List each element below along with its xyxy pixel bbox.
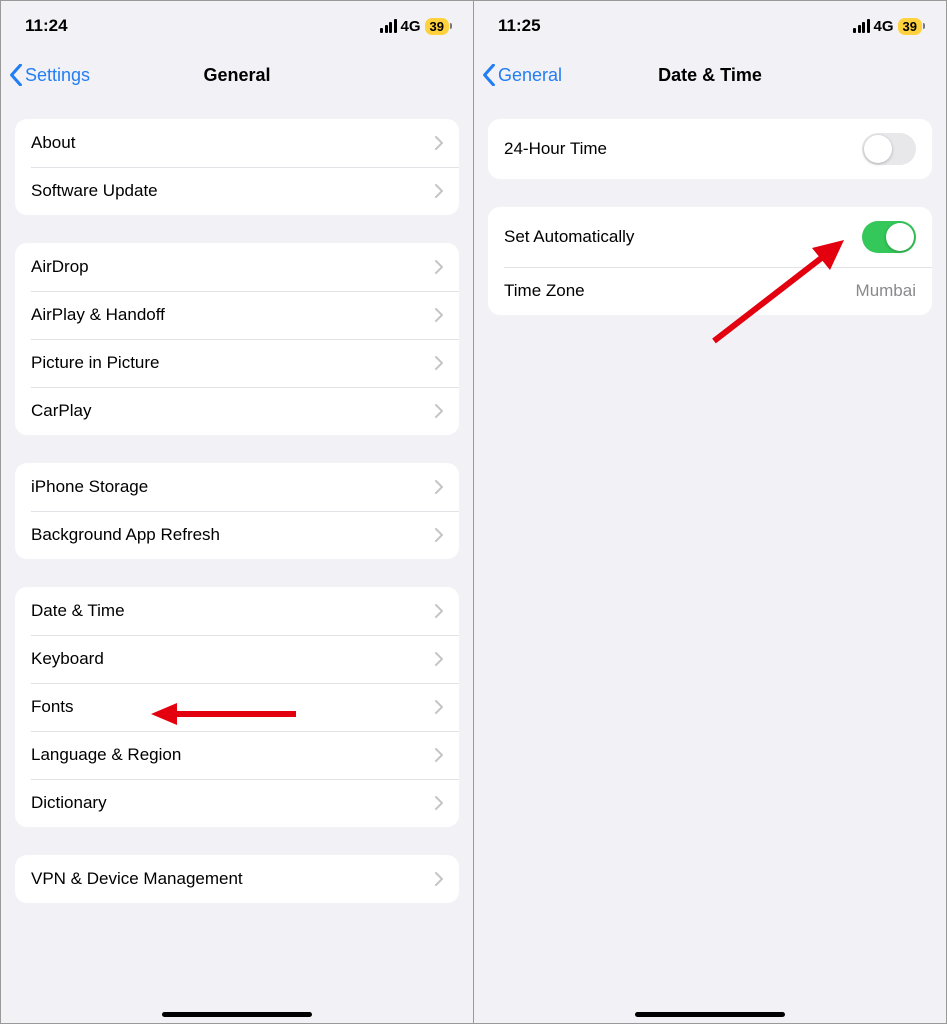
row-label: Dictionary xyxy=(31,793,107,813)
group-3: Date & Time Keyboard Fonts Language & Re… xyxy=(15,587,459,827)
back-label: Settings xyxy=(25,65,90,86)
row-fonts[interactable]: Fonts xyxy=(15,683,459,731)
chevron-right-icon xyxy=(435,356,443,370)
row-label: Background App Refresh xyxy=(31,525,220,545)
row-label: AirDrop xyxy=(31,257,89,277)
row-carplay[interactable]: CarPlay xyxy=(15,387,459,435)
toggle-set-auto[interactable] xyxy=(862,221,916,253)
group-1: AirDrop AirPlay & Handoff Picture in Pic… xyxy=(15,243,459,435)
row-label: Language & Region xyxy=(31,745,181,765)
row-label: Set Automatically xyxy=(504,227,634,247)
row-keyboard[interactable]: Keyboard xyxy=(15,635,459,683)
chevron-right-icon xyxy=(435,652,443,666)
status-time: 11:24 xyxy=(25,16,68,36)
row-24hour: 24-Hour Time xyxy=(488,119,932,179)
row-bg-refresh[interactable]: Background App Refresh xyxy=(15,511,459,559)
row-label: CarPlay xyxy=(31,401,91,421)
signal-icon xyxy=(380,19,397,33)
back-label: General xyxy=(498,65,562,86)
phone-right: 11:25 4G 39 General Date & Time 24-Hour … xyxy=(474,1,946,1023)
chevron-right-icon xyxy=(435,796,443,810)
nav-header: General Date & Time xyxy=(474,51,946,99)
datetime-content: 24-Hour Time Set Automatically Time Zone… xyxy=(474,99,946,1023)
chevron-right-icon xyxy=(435,404,443,418)
group-0: About Software Update xyxy=(15,119,459,215)
chevron-right-icon xyxy=(435,528,443,542)
row-about[interactable]: About xyxy=(15,119,459,167)
row-label: Time Zone xyxy=(504,281,585,301)
battery-icon: 39 xyxy=(425,18,449,35)
chevron-right-icon xyxy=(435,604,443,618)
group-2: iPhone Storage Background App Refresh xyxy=(15,463,459,559)
row-software-update[interactable]: Software Update xyxy=(15,167,459,215)
chevron-right-icon xyxy=(435,748,443,762)
chevron-right-icon xyxy=(435,260,443,274)
settings-content[interactable]: About Software Update AirDrop AirPlay & … xyxy=(1,99,473,1023)
chevron-right-icon xyxy=(435,480,443,494)
status-bar: 11:24 4G 39 xyxy=(1,1,473,51)
chevron-left-icon xyxy=(482,64,496,86)
row-value: Mumbai xyxy=(856,281,916,301)
row-label: Picture in Picture xyxy=(31,353,160,373)
home-indicator[interactable] xyxy=(162,1012,312,1017)
row-label: iPhone Storage xyxy=(31,477,148,497)
status-bar: 11:25 4G 39 xyxy=(474,1,946,51)
chevron-right-icon xyxy=(435,308,443,322)
signal-icon xyxy=(853,19,870,33)
row-label: Date & Time xyxy=(31,601,125,621)
row-date-time[interactable]: Date & Time xyxy=(15,587,459,635)
row-vpn[interactable]: VPN & Device Management xyxy=(15,855,459,903)
row-pip[interactable]: Picture in Picture xyxy=(15,339,459,387)
row-label: About xyxy=(31,133,75,153)
battery-icon: 39 xyxy=(898,18,922,35)
row-airdrop[interactable]: AirDrop xyxy=(15,243,459,291)
row-storage[interactable]: iPhone Storage xyxy=(15,463,459,511)
toggle-knob xyxy=(864,135,892,163)
row-label: AirPlay & Handoff xyxy=(31,305,165,325)
row-label: VPN & Device Management xyxy=(31,869,243,889)
row-label: 24-Hour Time xyxy=(504,139,607,159)
chevron-right-icon xyxy=(435,700,443,714)
row-label: Software Update xyxy=(31,181,158,201)
toggle-24hour[interactable] xyxy=(862,133,916,165)
row-label: Fonts xyxy=(31,697,74,717)
row-lang-region[interactable]: Language & Region xyxy=(15,731,459,779)
group-auto: Set Automatically Time Zone Mumbai xyxy=(488,207,932,315)
nav-header: Settings General xyxy=(1,51,473,99)
row-label: Keyboard xyxy=(31,649,104,669)
chevron-left-icon xyxy=(9,64,23,86)
status-time: 11:25 xyxy=(498,16,541,36)
network-label: 4G xyxy=(401,18,421,35)
home-indicator[interactable] xyxy=(635,1012,785,1017)
group-4: VPN & Device Management xyxy=(15,855,459,903)
status-right: 4G 39 xyxy=(853,18,922,35)
row-airplay[interactable]: AirPlay & Handoff xyxy=(15,291,459,339)
row-dictionary[interactable]: Dictionary xyxy=(15,779,459,827)
chevron-right-icon xyxy=(435,184,443,198)
status-right: 4G 39 xyxy=(380,18,449,35)
network-label: 4G xyxy=(874,18,894,35)
row-timezone[interactable]: Time Zone Mumbai xyxy=(488,267,932,315)
toggle-knob xyxy=(886,223,914,251)
back-button[interactable]: General xyxy=(482,64,562,86)
phone-left: 11:24 4G 39 Settings General About Softw… xyxy=(1,1,473,1023)
back-button[interactable]: Settings xyxy=(9,64,90,86)
chevron-right-icon xyxy=(435,872,443,886)
row-set-auto: Set Automatically xyxy=(488,207,932,267)
chevron-right-icon xyxy=(435,136,443,150)
group-24h: 24-Hour Time xyxy=(488,119,932,179)
